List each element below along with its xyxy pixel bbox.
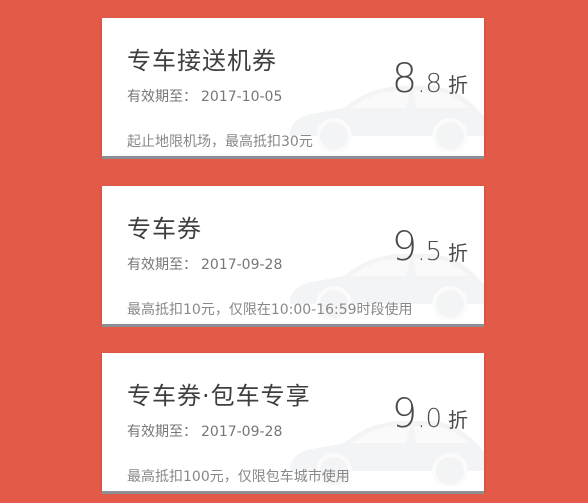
validity-date: 2017-09-28 — [201, 257, 283, 273]
discount-integer: 9 — [391, 224, 418, 270]
coupon-note: 最高抵扣10元，仅限在10:00-16:59时段使用 — [127, 302, 413, 318]
perforated-edge — [102, 186, 484, 189]
validity-label: 有效期至： — [127, 424, 197, 440]
discount-unit: 折 — [448, 73, 468, 97]
validity-line: 有效期至： 2017-10-05 — [127, 86, 282, 106]
discount-decimal: .5 — [417, 237, 442, 267]
coupon-card[interactable]: 专车券 有效期至： 2017-09-28 9.5 折 最高抵扣10元，仅限在10:0… — [102, 186, 484, 324]
validity-label: 有效期至： — [127, 257, 197, 273]
discount-decimal: .0 — [417, 404, 442, 434]
discount-value: 8.8 折 — [392, 56, 468, 102]
validity-date: 2017-09-28 — [201, 424, 283, 440]
discount-unit: 折 — [448, 241, 468, 265]
discount-integer: 9 — [391, 391, 418, 437]
discount-unit: 折 — [448, 408, 468, 432]
coupon-note: 起止地限机场，最高抵扣30元 — [127, 134, 313, 150]
coupon-title: 专车券 — [127, 215, 202, 243]
perforated-edge — [102, 18, 484, 21]
coupon-title: 专车券·包车专享 — [127, 382, 311, 410]
coupon-note: 最高抵扣100元，仅限包车城市使用 — [127, 469, 350, 485]
discount-integer: 8 — [391, 56, 418, 102]
validity-line: 有效期至： 2017-09-28 — [127, 254, 282, 274]
validity-line: 有效期至： 2017-09-28 — [127, 421, 282, 441]
discount-value: 9.5 折 — [392, 224, 468, 270]
coupon-card[interactable]: 专车券·包车专享 有效期至： 2017-09-28 9.0 折 最高抵扣100元，仅… — [102, 353, 484, 491]
discount-decimal: .8 — [417, 69, 442, 99]
validity-label: 有效期至： — [127, 89, 197, 105]
coupon-title: 专车接送机券 — [127, 47, 277, 75]
perforated-edge — [102, 353, 484, 356]
discount-value: 9.0 折 — [392, 391, 468, 437]
coupon-card[interactable]: 专车接送机券 有效期至： 2017-10-05 8.8 折 起止地限机场，最高抵扣3… — [102, 18, 484, 156]
validity-date: 2017-10-05 — [201, 89, 283, 105]
